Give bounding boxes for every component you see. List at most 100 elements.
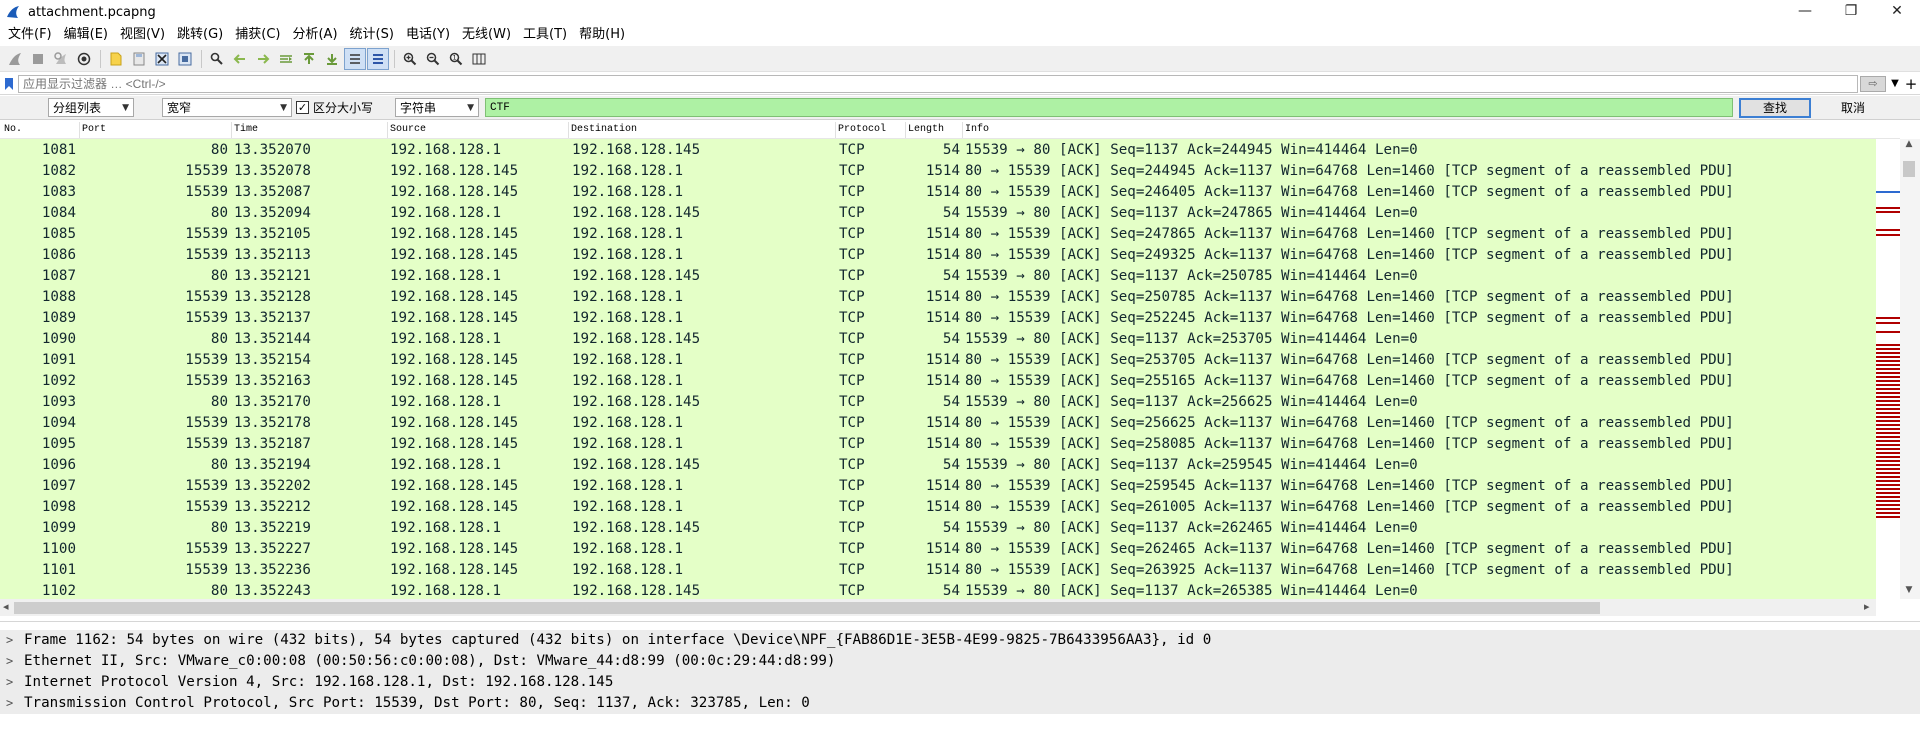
column-header-source[interactable]: Source [390, 124, 426, 135]
go-last-icon[interactable] [321, 48, 343, 70]
cell-info: 15539 → 80 [ACK] Seq=1137 Ack=253705 Win… [965, 331, 1418, 347]
packet-list-hscroll[interactable]: ◂ ▸ [0, 599, 1876, 616]
zoom-out-icon[interactable] [422, 48, 444, 70]
maximize-button[interactable]: ❐ [1828, 0, 1874, 22]
menu-analyze[interactable]: 分析(A) [286, 24, 343, 46]
column-header-destination[interactable]: Destination [571, 124, 637, 135]
cell-source: 192.168.128.1 [390, 205, 502, 221]
table-row[interactable]: 1082 15539 13.352078 192.168.128.145 192.168… [0, 161, 1876, 182]
minimap-mark [1876, 448, 1900, 450]
column-header-no[interactable]: No. [4, 124, 22, 135]
search-in-select[interactable]: 分组列表 ▼ [48, 98, 134, 117]
table-row[interactable]: 1088 15539 13.352128 192.168.128.145 192.168… [0, 287, 1876, 308]
table-row[interactable]: 1090 80 13.352144 192.168.128.1 192.168.128.… [0, 329, 1876, 350]
go-first-icon[interactable] [298, 48, 320, 70]
open-file-icon[interactable] [105, 48, 127, 70]
cell-protocol: TCP [839, 184, 865, 200]
find-packet-icon[interactable] [206, 48, 228, 70]
table-row[interactable]: 1091 15539 13.352154 192.168.128.145 192.168… [0, 350, 1876, 371]
capture-options-icon[interactable] [73, 48, 95, 70]
go-to-packet-icon[interactable] [275, 48, 297, 70]
minimap-mark [1876, 464, 1900, 466]
table-row[interactable]: 1083 15539 13.352087 192.168.128.145 192.168… [0, 182, 1876, 203]
packet-minimap[interactable] [1876, 139, 1900, 599]
packet-list-vscroll[interactable]: ▲ ▼ [1876, 139, 1920, 599]
resize-columns-icon[interactable] [468, 48, 490, 70]
expand-chevron-icon[interactable]: > [6, 672, 13, 693]
menu-file[interactable]: 文件(F) [2, 24, 58, 46]
zoom-in-icon[interactable] [399, 48, 421, 70]
autoscroll-icon[interactable] [344, 47, 366, 70]
char-width-select[interactable]: 宽窄 ▼ [162, 98, 292, 117]
table-row[interactable]: 1100 15539 13.352227 192.168.128.145 192.168… [0, 539, 1876, 560]
detail-ip[interactable]: > Internet Protocol Version 4, Src: 192.… [0, 672, 1920, 693]
display-filter-input[interactable] [18, 74, 1858, 93]
scroll-right-icon[interactable]: ▸ [1864, 600, 1870, 613]
apply-filter-button[interactable]: ⇨ [1860, 75, 1886, 92]
vscroll-thumb[interactable] [1903, 161, 1915, 177]
table-row[interactable]: 1087 80 13.352121 192.168.128.1 192.168.128.… [0, 266, 1876, 287]
shark-fin-start-icon[interactable] [4, 48, 26, 70]
scroll-up-icon[interactable]: ▲ [1902, 139, 1916, 151]
menu-help[interactable]: 帮助(H) [573, 24, 631, 46]
menu-wireless[interactable]: 无线(W) [456, 24, 517, 46]
scroll-down-icon[interactable]: ▼ [1902, 585, 1916, 597]
minimize-button[interactable]: — [1782, 0, 1828, 22]
add-filter-button[interactable]: + [1902, 75, 1920, 93]
menu-view[interactable]: 视图(V) [114, 24, 171, 46]
table-row[interactable]: 1095 15539 13.352187 192.168.128.145 192.168… [0, 434, 1876, 455]
column-header-time[interactable]: Time [234, 124, 258, 135]
expand-chevron-icon[interactable]: > [6, 693, 13, 714]
reload-icon[interactable] [174, 48, 196, 70]
table-row[interactable]: 1084 80 13.352094 192.168.128.1 192.168.128.… [0, 203, 1876, 224]
scroll-left-icon[interactable]: ◂ [3, 600, 9, 613]
menu-go[interactable]: 跳转(G) [171, 24, 229, 46]
stop-icon[interactable] [27, 48, 49, 70]
close-button[interactable]: ✕ [1874, 0, 1920, 22]
find-button[interactable]: 查找 [1739, 97, 1812, 118]
zoom-normal-icon[interactable]: 1 [445, 48, 467, 70]
table-row[interactable]: 1093 80 13.352170 192.168.128.1 192.168.128.… [0, 392, 1876, 413]
table-row[interactable]: 1089 15539 13.352137 192.168.128.145 192.168… [0, 308, 1876, 329]
detail-ethernet[interactable]: > Ethernet II, Src: VMware_c0:00:08 (00:… [0, 651, 1920, 672]
table-row[interactable]: 1081 80 13.352070 192.168.128.1 192.168.128.… [0, 140, 1876, 161]
cell-no: 1089 [41, 310, 76, 326]
table-row[interactable]: 1085 15539 13.352105 192.168.128.145 192.168… [0, 224, 1876, 245]
detail-tcp[interactable]: > Transmission Control Protocol, Src Por… [0, 693, 1920, 714]
go-forward-icon[interactable] [252, 48, 274, 70]
menu-edit[interactable]: 编辑(E) [58, 24, 114, 46]
close-file-icon[interactable] [151, 48, 173, 70]
table-row[interactable]: 1086 15539 13.352113 192.168.128.145 192.168… [0, 245, 1876, 266]
detail-frame[interactable]: > Frame 1162: 54 bytes on wire (432 bits… [0, 630, 1920, 651]
go-back-icon[interactable] [229, 48, 251, 70]
restart-icon[interactable] [50, 48, 72, 70]
column-header-protocol[interactable]: Protocol [838, 124, 886, 135]
char-width-value: 宽窄 [167, 101, 192, 115]
hscroll-thumb[interactable] [14, 602, 1600, 614]
cancel-button[interactable]: 取消 [1817, 97, 1890, 118]
expand-chevron-icon[interactable]: > [6, 651, 13, 672]
table-row[interactable]: 1097 15539 13.352202 192.168.128.145 192.168… [0, 476, 1876, 497]
table-row[interactable]: 1096 80 13.352194 192.168.128.1 192.168.128.… [0, 455, 1876, 476]
find-query-input[interactable] [485, 98, 1734, 117]
column-header-length[interactable]: Length [908, 124, 944, 135]
table-row[interactable]: 1092 15539 13.352163 192.168.128.145 192.168… [0, 371, 1876, 392]
table-row[interactable]: 1094 15539 13.352178 192.168.128.145 192.168… [0, 413, 1876, 434]
menu-capture[interactable]: 捕获(C) [229, 24, 286, 46]
case-sensitive-checkbox[interactable]: ✓ [296, 101, 309, 114]
case-sensitive-toggle[interactable]: ✓ 区分大小写 [296, 99, 373, 116]
menu-telephony[interactable]: 电话(Y) [400, 24, 456, 46]
column-header-port[interactable]: Port [82, 124, 106, 135]
menu-tools[interactable]: 工具(T) [517, 24, 573, 46]
filter-bookmark-icon[interactable] [0, 74, 18, 94]
expand-chevron-icon[interactable]: > [6, 630, 13, 651]
table-row[interactable]: 1099 80 13.352219 192.168.128.1 192.168.128.… [0, 518, 1876, 539]
table-row[interactable]: 1098 15539 13.352212 192.168.128.145 192.168… [0, 497, 1876, 518]
filter-history-dropdown[interactable]: ▼ [1888, 75, 1902, 93]
menu-statistics[interactable]: 统计(S) [344, 24, 400, 46]
colorize-icon[interactable] [367, 47, 389, 70]
column-header-info[interactable]: Info [965, 124, 989, 135]
search-type-select[interactable]: 字符串 ▼ [395, 98, 480, 117]
table-row[interactable]: 1101 15539 13.352236 192.168.128.145 192.168… [0, 560, 1876, 581]
save-file-icon[interactable] [128, 48, 150, 70]
